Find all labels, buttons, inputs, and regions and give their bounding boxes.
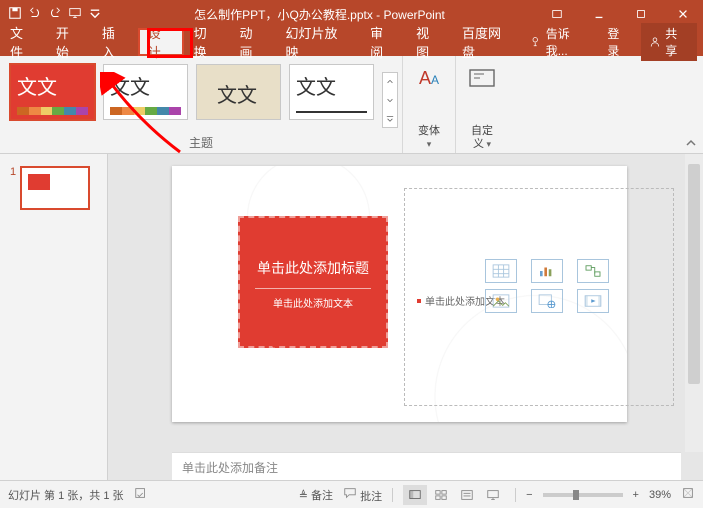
zoom-out-button[interactable]: − bbox=[526, 489, 532, 501]
theme-gallery[interactable]: 文文 文文 文文 文文 bbox=[0, 56, 402, 128]
ribbon-options-icon[interactable] bbox=[537, 0, 577, 28]
tab-review[interactable]: 审阅 bbox=[360, 28, 406, 56]
zoom-slider[interactable] bbox=[543, 493, 623, 497]
slide-editor-area[interactable]: 单击此处添加标题 单击此处添加文本 单击此处添加文本 单击此处添加备注 bbox=[108, 154, 703, 480]
fit-to-window-button[interactable] bbox=[681, 486, 695, 503]
slide-thumbnails-pane[interactable]: 1 bbox=[0, 154, 108, 480]
theme-text: 文文 bbox=[217, 79, 257, 108]
slide-thumbnail[interactable] bbox=[20, 166, 90, 210]
notes-toggle-button[interactable]: ≜ 备注 bbox=[299, 487, 333, 503]
thumbnail-preview bbox=[28, 174, 50, 190]
start-slideshow-icon[interactable] bbox=[68, 6, 82, 23]
theme-text: 文文 bbox=[110, 71, 150, 100]
qat-dropdown-icon[interactable] bbox=[88, 6, 102, 23]
signin-button[interactable]: 登录 bbox=[601, 25, 637, 59]
customize-button[interactable]: 自定 义 ▾ bbox=[455, 56, 508, 153]
svg-text:A: A bbox=[431, 73, 439, 87]
tab-transitions[interactable]: 切换 bbox=[184, 28, 230, 56]
tab-animations[interactable]: 动画 bbox=[230, 28, 276, 56]
comments-toggle-label: 批注 bbox=[360, 491, 382, 503]
spellcheck-icon[interactable] bbox=[134, 486, 148, 503]
slide-number: 1 bbox=[10, 166, 16, 210]
insert-picture-icon[interactable] bbox=[485, 289, 517, 313]
theme-option[interactable]: 文文 bbox=[289, 64, 374, 120]
tell-me-input[interactable]: 告诉我... bbox=[524, 25, 598, 59]
view-normal-button[interactable] bbox=[403, 485, 427, 505]
title-placeholder-box[interactable]: 单击此处添加标题 单击此处添加文本 bbox=[238, 216, 388, 348]
theme-gallery-expand[interactable] bbox=[382, 72, 398, 128]
scrollbar-thumb[interactable] bbox=[688, 164, 700, 384]
zoom-slider-knob[interactable] bbox=[573, 490, 579, 500]
zoom-percent[interactable]: 39% bbox=[649, 489, 671, 501]
slide-counter: 幻灯片 第 1 张，共 1 张 bbox=[8, 487, 124, 503]
tab-view[interactable]: 视图 bbox=[406, 28, 452, 56]
slide-canvas[interactable]: 单击此处添加标题 单击此处添加文本 单击此处添加文本 bbox=[172, 166, 627, 422]
vertical-scrollbar[interactable] bbox=[685, 154, 703, 452]
svg-text:A: A bbox=[419, 68, 431, 88]
tab-slideshow[interactable]: 幻灯片放映 bbox=[275, 28, 360, 56]
minimize-button[interactable] bbox=[579, 0, 619, 28]
comments-toggle-button[interactable]: 批注 bbox=[343, 486, 382, 504]
view-sorter-button[interactable] bbox=[429, 485, 453, 505]
title-placeholder[interactable]: 单击此处添加标题 bbox=[243, 254, 383, 282]
view-slideshow-button[interactable] bbox=[481, 485, 505, 505]
redo-icon[interactable] bbox=[48, 6, 62, 23]
notes-pane[interactable]: 单击此处添加备注 bbox=[172, 452, 681, 480]
tab-baidu[interactable]: 百度网盘 bbox=[452, 28, 524, 56]
subtitle-placeholder[interactable]: 单击此处添加文本 bbox=[255, 288, 372, 310]
variants-icon: AA bbox=[413, 62, 445, 94]
document-title: 怎么制作PPT，小Q办公教程.pptx - PowerPoint bbox=[102, 6, 537, 23]
tab-insert[interactable]: 插入 bbox=[92, 28, 138, 56]
variants-button[interactable]: AA 变体 ▾ bbox=[402, 56, 455, 153]
share-label: 共享 bbox=[665, 25, 689, 59]
insert-table-icon[interactable] bbox=[485, 259, 517, 283]
chevron-down-icon: ▾ bbox=[484, 139, 491, 149]
content-placeholder-box[interactable]: 单击此处添加文本 bbox=[404, 188, 674, 406]
themes-group-label: 主题 bbox=[0, 134, 402, 151]
tab-design[interactable]: 设计 bbox=[138, 28, 184, 56]
insert-video-icon[interactable] bbox=[577, 289, 609, 313]
tab-home[interactable]: 开始 bbox=[46, 28, 92, 56]
save-icon[interactable] bbox=[8, 6, 22, 23]
chevron-down-icon: ▾ bbox=[427, 139, 432, 149]
notes-toggle-label: 备注 bbox=[311, 490, 333, 502]
theme-text: 文文 bbox=[296, 71, 336, 100]
insert-chart-icon[interactable] bbox=[531, 259, 563, 283]
insert-online-picture-icon[interactable] bbox=[531, 289, 563, 313]
variants-label: 变体 bbox=[418, 125, 440, 137]
tab-file[interactable]: 文件 bbox=[0, 28, 46, 56]
tell-me-label: 告诉我... bbox=[546, 25, 592, 59]
theme-text: 文文 bbox=[17, 71, 57, 100]
undo-icon[interactable] bbox=[28, 6, 42, 23]
view-reading-button[interactable] bbox=[455, 485, 479, 505]
insert-smartart-icon[interactable] bbox=[577, 259, 609, 283]
theme-option[interactable]: 文文 bbox=[103, 64, 188, 120]
zoom-in-button[interactable]: + bbox=[633, 489, 639, 501]
collapse-ribbon-button[interactable] bbox=[679, 56, 703, 153]
theme-option[interactable]: 文文 bbox=[196, 64, 281, 120]
theme-option-selected[interactable]: 文文 bbox=[10, 64, 95, 120]
slide-size-icon bbox=[466, 62, 498, 94]
